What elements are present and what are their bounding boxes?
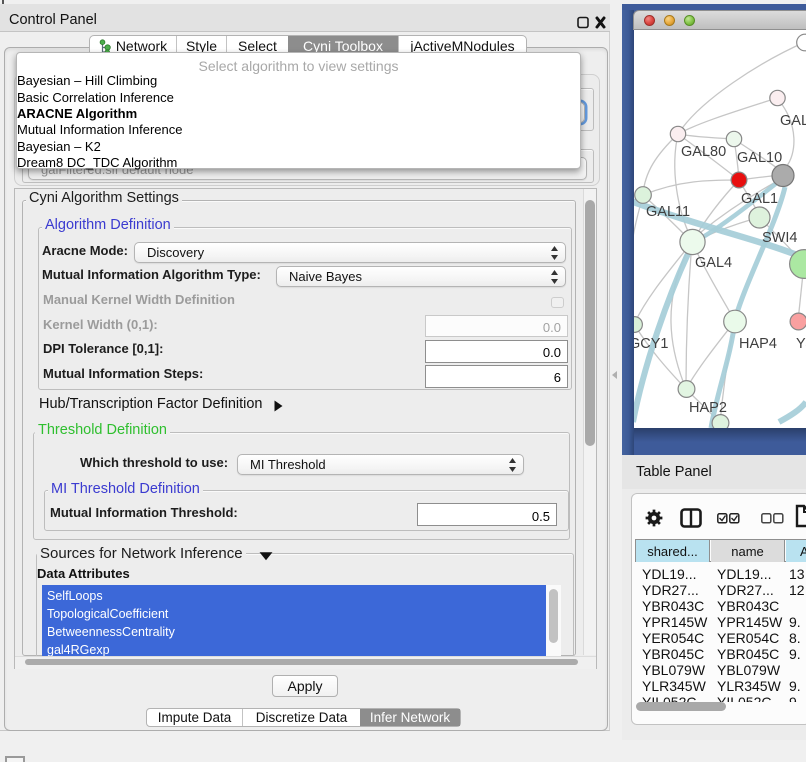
svg-text:SWI4: SWI4 — [762, 230, 797, 246]
svg-text:GAL80: GAL80 — [681, 144, 726, 160]
svg-text:GAL4: GAL4 — [695, 255, 732, 271]
svg-text:YJ: YJ — [796, 336, 806, 352]
svg-text:HAP4: HAP4 — [739, 336, 777, 352]
svg-text:GCY1: GCY1 — [634, 336, 669, 352]
svg-text:GAL1: GAL1 — [741, 191, 778, 207]
svg-text:GAL10: GAL10 — [737, 150, 782, 166]
svg-text:GAL11: GAL11 — [646, 204, 690, 220]
svg-text:GAL7: GAL7 — [780, 113, 806, 129]
svg-text:HAP2: HAP2 — [689, 400, 727, 416]
